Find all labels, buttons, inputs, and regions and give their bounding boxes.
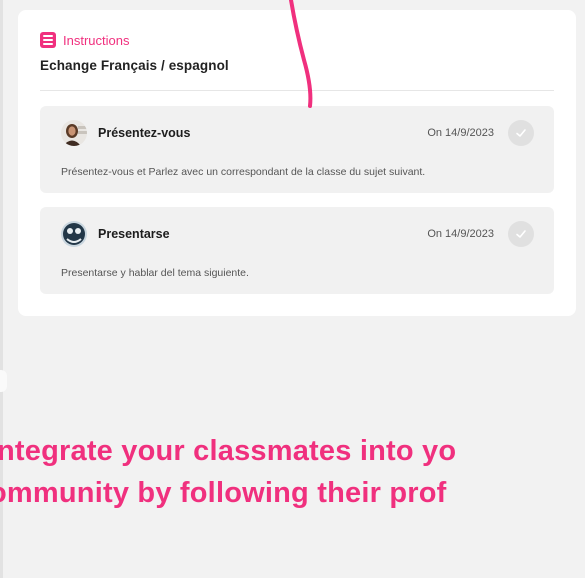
task-title: Presentarse [98,227,170,241]
task-header: Presentarse On 14/9/2023 [61,221,534,247]
task-item[interactable]: Présentez-vous On 14/9/2023 Présentez-vo… [40,106,554,193]
task-header: Présentez-vous On 14/9/2023 [61,120,534,146]
card-header: Instructions Echange Français / espagnol [40,32,554,73]
promo-line: ommunity by following their prof [0,477,447,509]
check-icon[interactable] [508,120,534,146]
task-description: Presentarse y hablar del tema siguiente. [61,267,249,279]
list-icon [40,32,56,48]
instructions-card: Instructions Echange Français / espagnol [18,10,576,316]
task-description: Présentez-vous et Parlez avec un corresp… [61,166,426,178]
promo-line: ntegrate your classmates into yo [0,435,457,467]
check-icon[interactable] [508,221,534,247]
activity-title: Echange Français / espagnol [40,58,229,73]
screen: Instructions Echange Français / espagnol [0,0,585,578]
promo-banner: ntegrate your classmates into yo ommunit… [0,430,585,514]
task-date: On 14/9/2023 [427,228,494,240]
instructions-label: Instructions [63,32,130,48]
task-item[interactable]: Presentarse On 14/9/2023 Presentarse y h… [40,207,554,294]
avatar [61,120,87,146]
divider [40,90,554,91]
instructions-heading: Instructions [40,32,554,48]
avatar [61,221,87,247]
side-tab [0,370,7,392]
task-title: Présentez-vous [98,126,191,140]
task-date: On 14/9/2023 [427,127,494,139]
